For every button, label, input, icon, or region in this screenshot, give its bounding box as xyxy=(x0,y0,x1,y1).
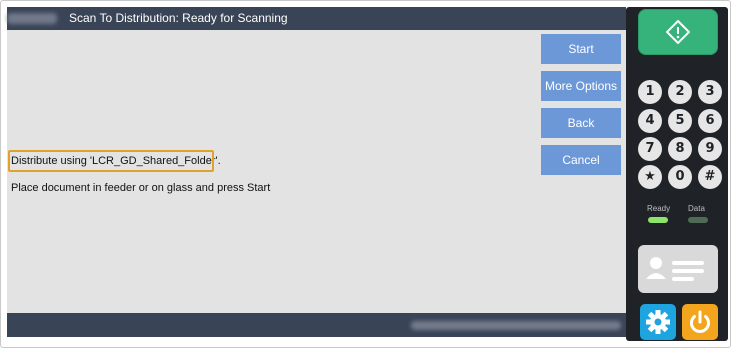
start-button[interactable]: Start xyxy=(541,34,621,64)
control-panel: 1 2 3 4 5 6 7 8 9 ★ 0 # Ready Data xyxy=(626,7,728,341)
more-options-button[interactable]: More Options xyxy=(541,71,621,101)
settings-button[interactable] xyxy=(640,304,676,340)
distribution-message: Distribute using 'LCR_GD_Shared_Folder'. xyxy=(8,150,221,172)
power-button[interactable] xyxy=(682,304,718,340)
keypad-key[interactable]: 0 xyxy=(668,165,692,189)
highlight-box xyxy=(8,150,214,172)
keypad-key[interactable]: 2 xyxy=(668,80,692,104)
keypad-key[interactable]: 7 xyxy=(638,137,662,161)
redacted-user-info xyxy=(411,321,621,330)
redacted-label xyxy=(7,13,57,24)
main-content: Start More Options Back Cancel Distribut… xyxy=(7,30,626,313)
keypad-key[interactable]: 4 xyxy=(638,109,662,133)
keypad-key[interactable]: 9 xyxy=(698,137,722,161)
hard-start-key[interactable] xyxy=(638,9,718,55)
data-label: Data xyxy=(688,204,705,213)
instruction-message: Place document in feeder or on glass and… xyxy=(11,182,271,194)
keypad-key[interactable]: 3 xyxy=(698,80,722,104)
device-frame: Scan To Distribution: Ready for Scanning… xyxy=(0,0,731,348)
status-bar xyxy=(7,313,626,337)
page-title: Scan To Distribution: Ready for Scanning xyxy=(69,11,288,25)
diamond-start-icon xyxy=(666,20,690,44)
keypad-key[interactable]: # xyxy=(698,165,722,189)
cancel-button[interactable]: Cancel xyxy=(541,145,621,175)
data-led xyxy=(688,217,708,223)
touch-screen: Scan To Distribution: Ready for Scanning… xyxy=(7,7,626,337)
ready-led xyxy=(648,217,668,223)
contacts-button[interactable] xyxy=(638,245,718,293)
contact-card-icon xyxy=(646,257,704,281)
title-bar: Scan To Distribution: Ready for Scanning xyxy=(7,7,626,30)
keypad-key[interactable]: 8 xyxy=(668,137,692,161)
keypad-key[interactable]: ★ xyxy=(638,165,662,189)
keypad-key[interactable]: 5 xyxy=(668,109,692,133)
gear-icon xyxy=(646,310,670,334)
ready-label: Ready xyxy=(647,204,671,213)
back-button[interactable]: Back xyxy=(541,108,621,138)
power-icon xyxy=(690,310,710,333)
keypad-key[interactable]: 1 xyxy=(638,80,662,104)
keypad-key[interactable]: 6 xyxy=(698,109,722,133)
